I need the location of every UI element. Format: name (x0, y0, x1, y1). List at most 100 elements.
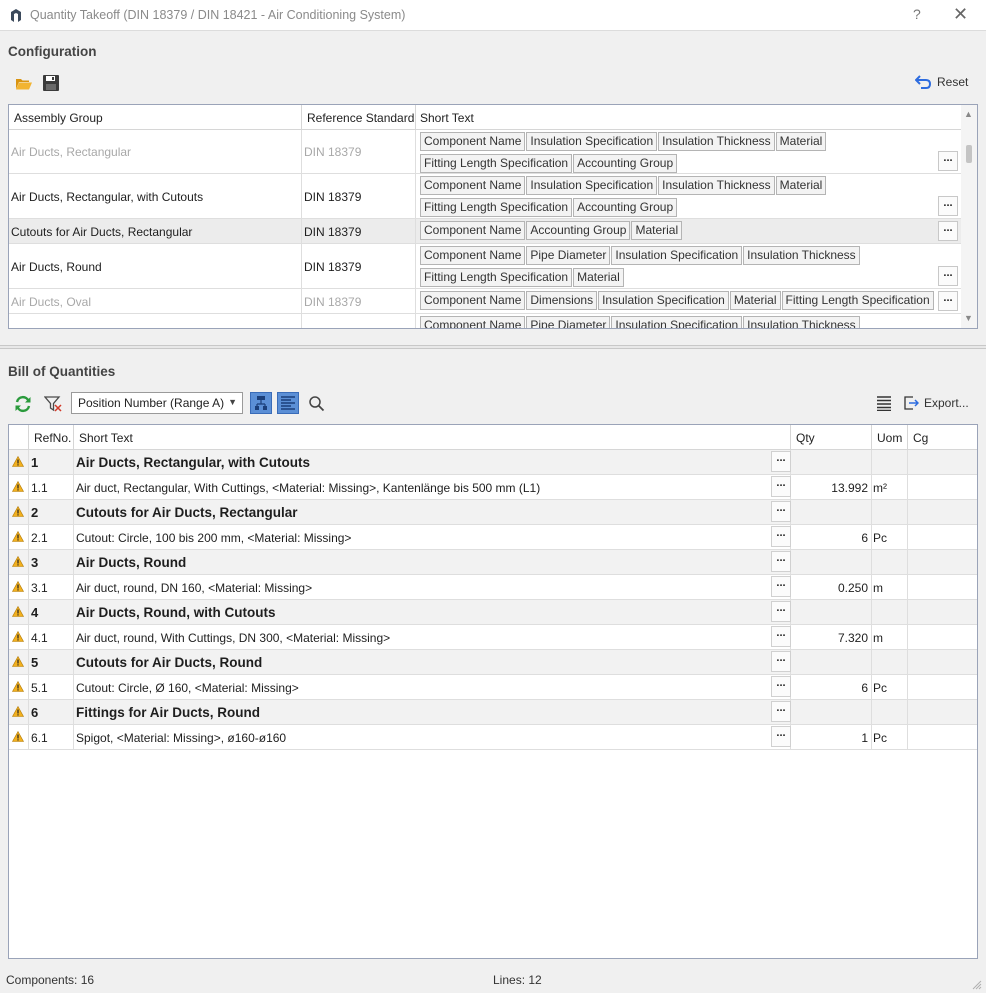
short-text-chip[interactable]: Accounting Group (573, 154, 678, 173)
edit-short-text-button[interactable]: ... (938, 291, 958, 311)
row-details-button[interactable]: ... (771, 501, 791, 522)
save-button[interactable] (41, 73, 61, 93)
configuration-row[interactable]: Air Ducts, Rectangular, with Cutouts DIN … (9, 174, 961, 219)
column-header-cg[interactable]: Cg (913, 431, 928, 445)
warning-icon (12, 731, 24, 742)
short-text-chip[interactable]: Component Name (420, 132, 526, 151)
short-text-chip[interactable]: Insulation Thickness (658, 176, 775, 195)
columns-button[interactable] (875, 394, 893, 412)
short-text-chip[interactable]: Fitting Length Specification (420, 268, 573, 287)
configuration-row[interactable]: Air Ducts, Round DIN 18379 Component Name P… (9, 244, 961, 289)
resize-grip-icon[interactable] (972, 980, 982, 990)
column-header-short-text[interactable]: Short Text (420, 111, 474, 125)
short-text-chip[interactable]: Pipe Diameter (526, 246, 611, 265)
boq-item-row[interactable]: 5.1 Cutout: Circle, Ø 160, <Material: Mis… (9, 675, 977, 700)
scrollbar-thumb[interactable] (966, 145, 972, 163)
short-text-chip[interactable]: Insulation Thickness (658, 132, 775, 151)
short-text-chip[interactable]: Material (729, 291, 781, 310)
open-folder-button[interactable] (14, 74, 34, 92)
row-details-button[interactable]: ... (771, 626, 791, 647)
short-text-chip[interactable]: Component Name (420, 316, 526, 328)
short-text-chips: Component Name Accounting Group Material (420, 221, 940, 243)
short-text-chip[interactable]: Component Name (420, 291, 526, 310)
row-details-button[interactable]: ... (771, 701, 791, 722)
row-details-button[interactable]: ... (771, 601, 791, 622)
column-header-assembly-group[interactable]: Assembly Group (14, 111, 103, 125)
help-button[interactable]: ? (913, 6, 921, 22)
boq-item-row[interactable]: 3.1 Air duct, round, DN 160, <Material: M… (9, 575, 977, 600)
title-bar: Quantity Takeoff (DIN 18379 / DIN 18421 … (0, 0, 986, 31)
short-text-chip[interactable]: Material (775, 132, 827, 151)
short-text-chip[interactable]: Pipe Diameter (526, 316, 611, 328)
boq-item-row[interactable]: 1.1 Air duct, Rectangular, With Cuttings,… (9, 475, 977, 500)
short-text-chip[interactable]: Fitting Length Specification (420, 154, 573, 173)
boq-item-row[interactable]: 2.1 Cutout: Circle, 100 bis 200 mm, <Mate… (9, 525, 977, 550)
edit-short-text-button[interactable]: ... (938, 266, 958, 286)
short-text-chip[interactable]: Component Name (420, 176, 526, 195)
row-details-button[interactable]: ... (771, 651, 791, 672)
reference-standard-cell: DIN 18379 (304, 295, 362, 309)
filter-button[interactable] (43, 394, 63, 414)
row-details-button[interactable]: ... (771, 476, 791, 497)
row-details-button[interactable]: ... (771, 676, 791, 697)
short-text-chip[interactable]: Insulation Thickness (743, 246, 860, 265)
short-text-chip[interactable]: Component Name (420, 246, 526, 265)
short-text-chip[interactable]: Insulation Specification (526, 176, 658, 195)
short-text-chip[interactable]: Material (631, 221, 683, 240)
short-text-chip[interactable]: Material (573, 268, 624, 287)
close-button[interactable]: ✕ (953, 5, 968, 23)
short-text-chip[interactable]: Material (775, 176, 827, 195)
short-text-chip[interactable]: Insulation Thickness (743, 316, 860, 328)
boq-group-row[interactable]: 1 Air Ducts, Rectangular, with Cutouts... (9, 450, 977, 475)
row-details-button[interactable]: ... (771, 576, 791, 597)
boq-group-row[interactable]: 4 Air Ducts, Round, with Cutouts... (9, 600, 977, 625)
row-details-button[interactable]: ... (771, 451, 791, 472)
tree-view-toggle[interactable] (250, 392, 272, 414)
boq-item-row[interactable]: 6.1 Spigot, <Material: Missing>, ø160-ø16… (9, 725, 977, 750)
scroll-down-icon[interactable]: ▼ (964, 313, 973, 323)
short-text-chip[interactable]: Fitting Length Specification (420, 198, 573, 217)
ref-number-cell: 6.1 (31, 731, 48, 745)
boq-group-row[interactable]: 6 Fittings for Air Ducts, Round... (9, 700, 977, 725)
short-text-chip[interactable]: Insulation Specification (526, 132, 658, 151)
configuration-row[interactable]: Air Ducts, Oval DIN 18379 Component Name Di… (9, 289, 961, 314)
boq-group-row[interactable]: 3 Air Ducts, Round... (9, 550, 977, 575)
column-header-refno[interactable]: RefNo. (34, 431, 71, 445)
reset-button[interactable]: Reset (915, 75, 968, 89)
short-text-chip[interactable]: Accounting Group (526, 221, 631, 240)
configuration-scrollbar[interactable]: ▲ ▼ (961, 105, 977, 328)
row-details-button[interactable]: ... (771, 726, 791, 747)
column-header-qty[interactable]: Qty (796, 431, 815, 445)
boq-item-row[interactable]: 4.1 Air duct, round, With Cuttings, DN 30… (9, 625, 977, 650)
configuration-row[interactable]: Air Ducts, Rectangular DIN 18379 Component… (9, 130, 961, 174)
configuration-row[interactable]: Cutouts for Air Ducts, Rectangular DIN 18… (9, 219, 961, 244)
filter-icon (44, 396, 62, 412)
refresh-button[interactable] (13, 394, 33, 414)
warning-icon (12, 631, 24, 642)
short-text-chip[interactable]: Accounting Group (573, 198, 678, 217)
sort-dropdown[interactable]: Position Number (Range A) ▼ (71, 392, 243, 414)
column-header-uom[interactable]: Uom (877, 431, 902, 445)
list-view-toggle[interactable] (277, 392, 299, 414)
short-text-chip[interactable]: Insulation Specification (611, 316, 743, 328)
assembly-group-cell: Cutouts for Air Ducts, Rectangular (11, 225, 193, 239)
column-header-short-text[interactable]: Short Text (79, 431, 133, 445)
short-text-chip[interactable]: Fitting Length Specification (781, 291, 934, 310)
edit-short-text-button[interactable]: ... (938, 151, 958, 171)
short-text-chip[interactable]: Insulation Specification (598, 291, 729, 310)
edit-short-text-button[interactable]: ... (938, 196, 958, 216)
short-text-chip[interactable]: Component Name (420, 221, 526, 240)
edit-short-text-button[interactable]: ... (938, 221, 958, 241)
short-text-chip[interactable]: Insulation Specification (611, 246, 743, 265)
boq-group-row[interactable]: 2 Cutouts for Air Ducts, Rectangular... (9, 500, 977, 525)
column-header-reference-standard[interactable]: Reference Standard (307, 111, 414, 125)
export-button[interactable]: Export... (903, 395, 969, 411)
panel-splitter[interactable] (0, 345, 986, 349)
boq-group-row[interactable]: 5 Cutouts for Air Ducts, Round... (9, 650, 977, 675)
row-details-button[interactable]: ... (771, 526, 791, 547)
short-text-chip[interactable]: Dimensions (526, 291, 598, 310)
configuration-row[interactable]: Component Name Pipe Diameter Insulation Sp… (9, 314, 961, 328)
row-details-button[interactable]: ... (771, 551, 791, 572)
search-button[interactable] (307, 394, 325, 412)
scroll-up-icon[interactable]: ▲ (964, 109, 973, 119)
